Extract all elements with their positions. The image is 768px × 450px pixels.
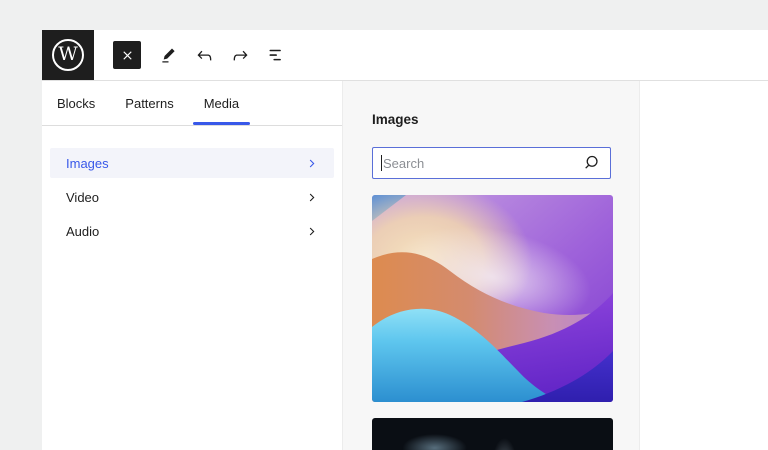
search-input[interactable] — [373, 156, 580, 171]
search-box — [372, 147, 611, 179]
edit-tool-button[interactable] — [153, 40, 183, 70]
category-label: Audio — [66, 224, 99, 239]
panel-title: Images — [372, 112, 611, 127]
tab-media[interactable]: Media — [191, 81, 252, 125]
header-toolbar — [113, 40, 291, 70]
redo-button[interactable] — [225, 40, 255, 70]
tab-blocks[interactable]: Blocks — [44, 81, 108, 125]
close-icon — [120, 48, 135, 63]
wordpress-logo-button[interactable]: W — [42, 30, 94, 80]
editor-canvas[interactable] — [640, 81, 768, 450]
category-item-audio[interactable]: Audio — [50, 216, 334, 246]
undo-button[interactable] — [189, 40, 219, 70]
category-item-video[interactable]: Video — [50, 182, 334, 212]
editor-header: W — [42, 30, 768, 81]
media-thumbnail-dark-water-splash[interactable] — [372, 418, 613, 450]
pencil-icon — [158, 45, 179, 66]
list-view-button[interactable] — [261, 40, 291, 70]
media-thumbnail-gradient-wallpaper[interactable] — [372, 195, 613, 402]
wordpress-logo-icon: W — [52, 39, 84, 71]
inserter-tab-bar: Blocks Patterns Media — [42, 81, 342, 126]
undo-icon — [194, 45, 215, 66]
inserter-sidebar: Blocks Patterns Media Images Video — [42, 81, 342, 450]
editor-window: W — [42, 30, 768, 450]
search-icon — [580, 152, 602, 174]
inserter-toggle-close-button[interactable] — [113, 41, 141, 69]
editor-content: Blocks Patterns Media Images Video — [42, 81, 768, 450]
chevron-right-icon — [305, 157, 318, 170]
chevron-right-icon — [305, 225, 318, 238]
category-item-images[interactable]: Images — [50, 148, 334, 178]
category-label: Images — [66, 156, 109, 171]
text-caret — [381, 155, 382, 171]
list-view-icon — [266, 45, 287, 66]
media-preview-panel: Images — [342, 81, 640, 450]
redo-icon — [230, 45, 251, 66]
category-label: Video — [66, 190, 99, 205]
tab-patterns[interactable]: Patterns — [112, 81, 186, 125]
media-category-list: Images Video Audio — [42, 126, 342, 246]
chevron-right-icon — [305, 191, 318, 204]
